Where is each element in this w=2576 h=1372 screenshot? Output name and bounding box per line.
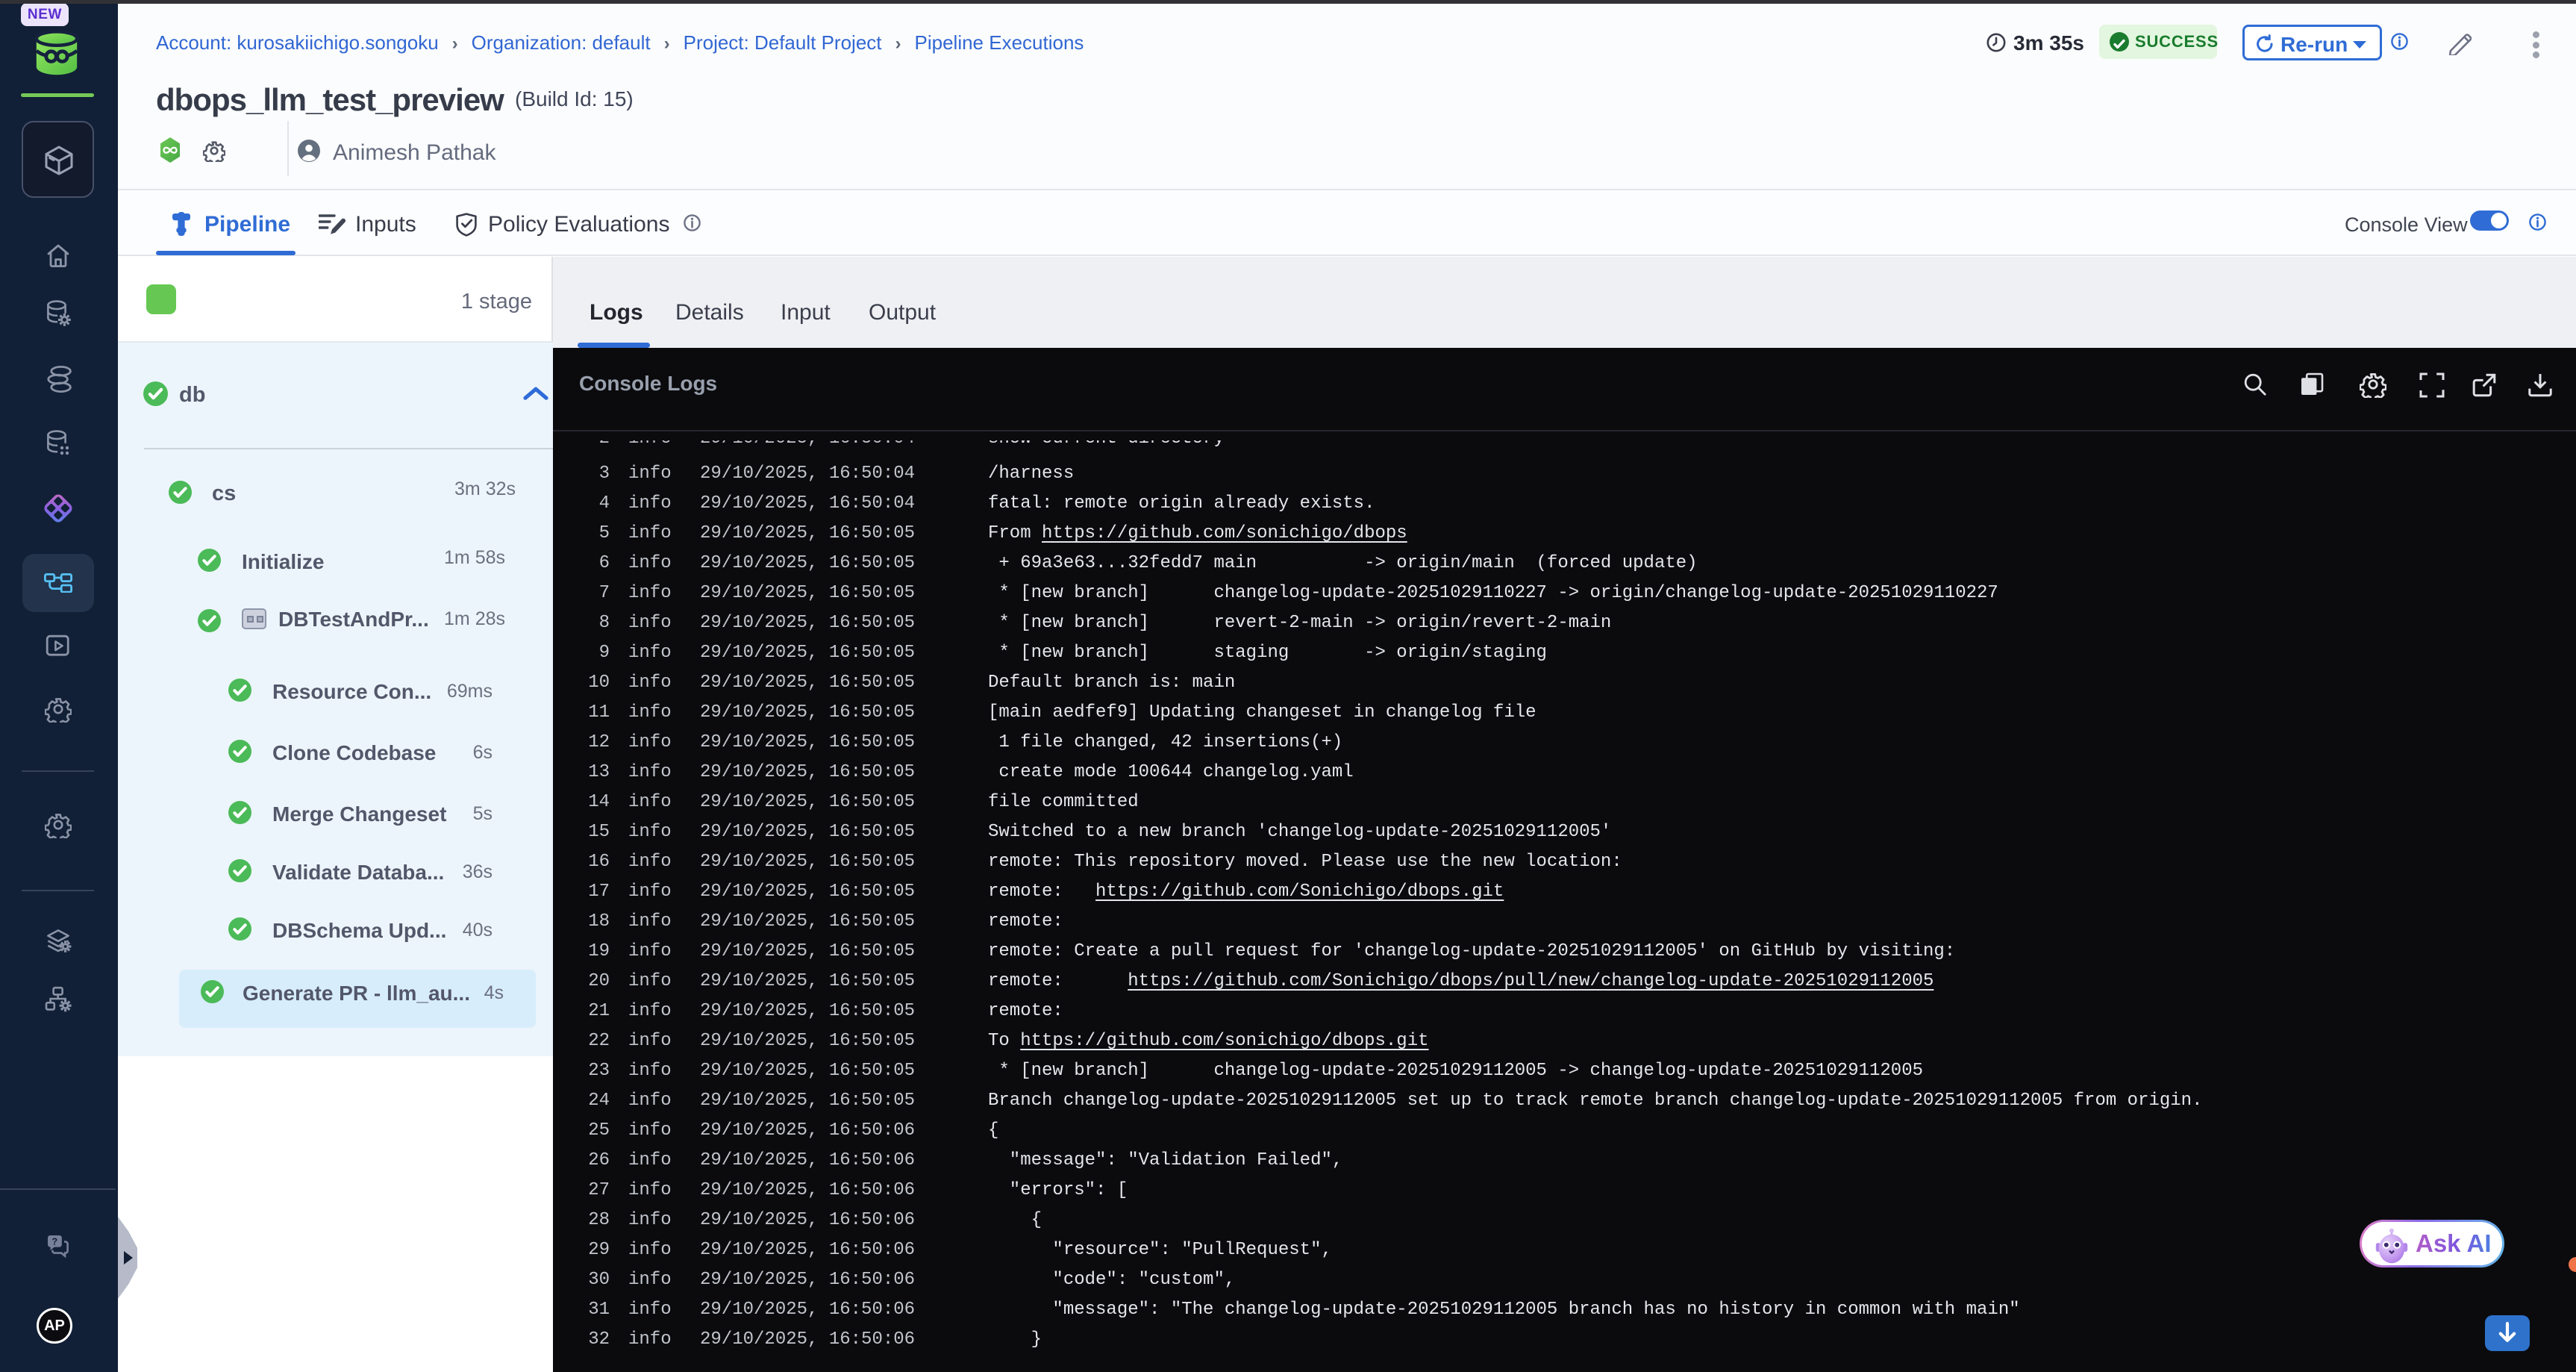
svg-text:?: ? [51,1235,57,1247]
